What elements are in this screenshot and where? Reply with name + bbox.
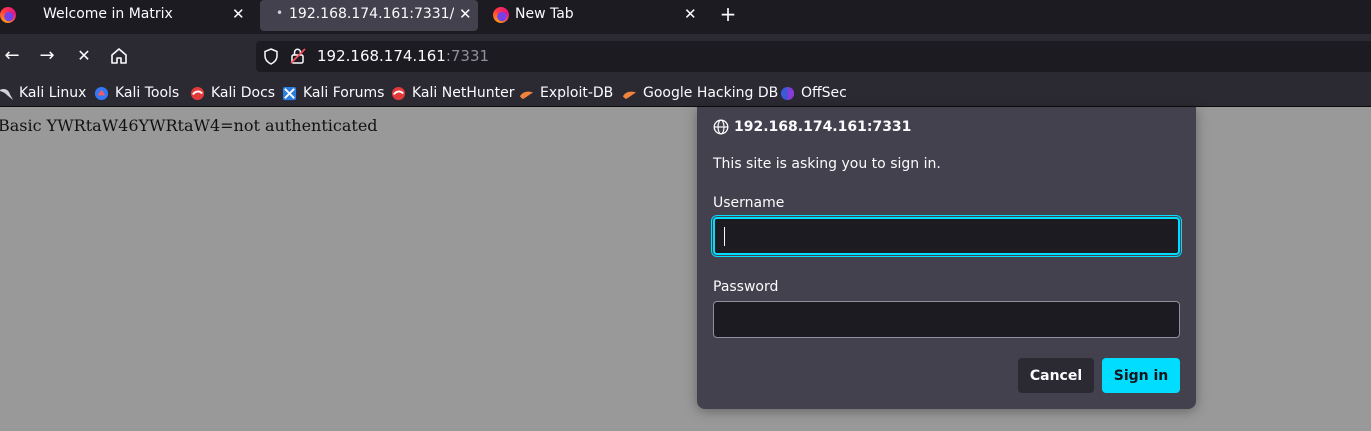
cancel-button[interactable]: Cancel [1018, 358, 1094, 393]
auth-dialog: 192.168.174.161:7331 This site is asking… [697, 107, 1196, 409]
page-body-text: Basic YWRtaW46YWRtaW4=not authenticated [0, 116, 378, 135]
dialog-host: 192.168.174.161:7331 [734, 119, 912, 135]
back-button[interactable]: ← [0, 44, 24, 68]
bookmark-label: Google Hacking DB [643, 85, 779, 101]
bookmarks-toolbar: Kali Linux Kali Tools Kali Docs Kali For… [0, 79, 1371, 107]
tab-title: New Tab [515, 6, 574, 22]
kali-forums-icon [282, 86, 297, 100]
tab-welcome-in-matrix[interactable]: Welcome in Matrix ✕ [0, 0, 252, 31]
password-label: Password [713, 279, 779, 295]
home-button[interactable] [107, 44, 131, 68]
tab-title: 192.168.174.161:7331/ [289, 6, 455, 22]
kali-tools-icon [94, 86, 109, 100]
bookmark-kali-linux[interactable]: Kali Linux [0, 83, 86, 103]
ghdb-icon [622, 91, 637, 99]
bookmark-exploit-db[interactable]: Exploit-DB [519, 83, 613, 103]
bookmark-label: Kali Linux [19, 85, 87, 101]
firefox-icon [0, 7, 16, 23]
url-port: :7331 [445, 47, 490, 65]
navigation-toolbar: ← → ✕ 192.168.174.161:7331 [0, 34, 1371, 79]
bookmark-kali-forums[interactable]: Kali Forums [282, 83, 384, 103]
bookmark-kali-tools[interactable]: Kali Tools [94, 83, 179, 103]
bookmark-label: Kali Forums [303, 85, 385, 101]
bookmark-label: OffSec [801, 85, 847, 101]
username-field[interactable] [711, 215, 1182, 257]
kali-docs-icon [190, 86, 205, 100]
text-caret [724, 227, 725, 246]
dialog-message: This site is asking you to sign in. [713, 156, 941, 172]
loading-dot-icon: • [276, 6, 284, 20]
firefox-icon [493, 7, 509, 23]
bookmark-kali-docs[interactable]: Kali Docs [190, 83, 275, 103]
bookmark-google-hacking-db[interactable]: Google Hacking DB [622, 83, 778, 103]
tab-title: Welcome in Matrix [43, 6, 173, 22]
forward-button[interactable]: → [35, 44, 59, 68]
close-tab-icon[interactable]: ✕ [232, 7, 245, 22]
close-tab-icon[interactable]: ✕ [684, 7, 697, 22]
kali-dragon-icon [0, 88, 13, 100]
url-text[interactable]: 192.168.174.161:7331 [317, 47, 489, 65]
password-field[interactable] [713, 301, 1180, 338]
kali-nethunter-icon [391, 86, 406, 100]
username-label: Username [713, 195, 785, 211]
close-tab-icon[interactable]: ✕ [459, 7, 472, 22]
bookmark-label: Kali Docs [211, 85, 276, 101]
globe-icon [713, 119, 729, 135]
tab-strip: Welcome in Matrix ✕ • 192.168.174.161:73… [0, 0, 1371, 34]
sign-in-button[interactable]: Sign in [1102, 358, 1180, 393]
new-tab-button[interactable]: + [717, 4, 739, 26]
bookmark-label: Exploit-DB [540, 85, 614, 101]
dialog-header: 192.168.174.161:7331 [713, 119, 911, 135]
tracking-protection-shield-icon[interactable] [263, 48, 279, 69]
stop-button[interactable]: ✕ [72, 44, 96, 68]
bookmark-offsec[interactable]: OffSec [780, 83, 847, 103]
tab-active-auth-page[interactable]: • 192.168.174.161:7331/ ✕ [260, 0, 478, 31]
exploit-db-icon [519, 91, 534, 99]
insecure-lock-icon[interactable] [289, 47, 307, 69]
home-icon [111, 48, 127, 64]
offsec-icon [780, 86, 795, 100]
url-bar[interactable]: 192.168.174.161:7331 [256, 41, 1371, 72]
tab-new-tab[interactable]: New Tab ✕ [486, 0, 704, 31]
bookmark-label: Kali Tools [115, 85, 180, 101]
bookmark-label: Kali NetHunter [412, 85, 515, 101]
url-host: 192.168.174.161 [317, 47, 446, 65]
bookmark-kali-nethunter[interactable]: Kali NetHunter [391, 83, 514, 103]
